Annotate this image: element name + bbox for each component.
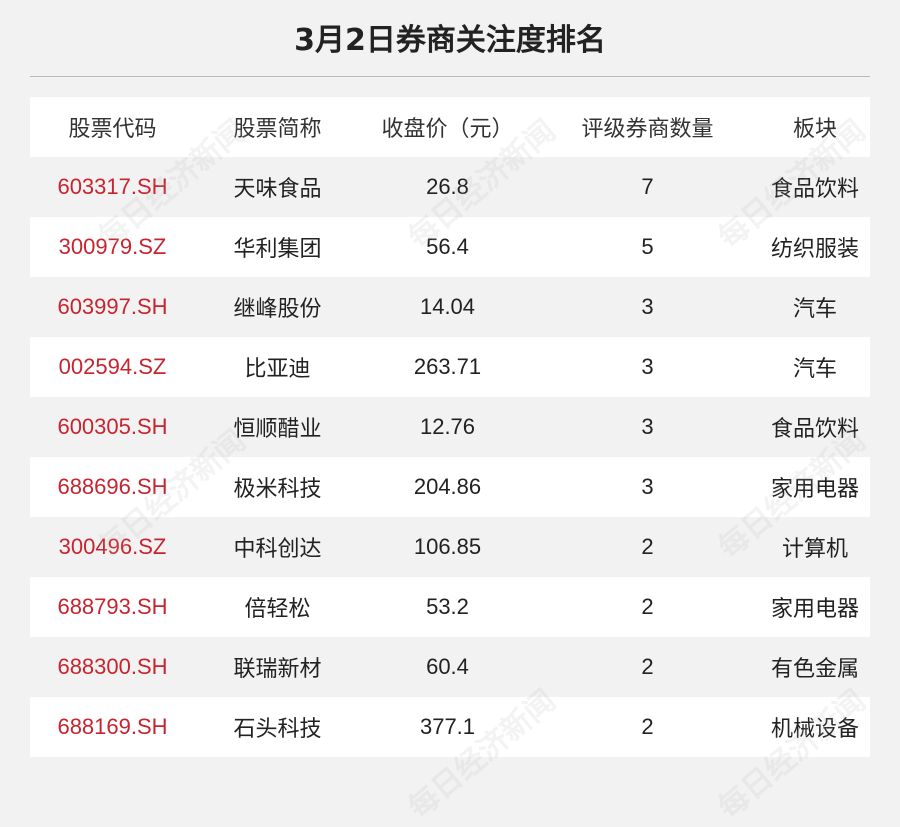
close-price-cell: 53.2 <box>426 594 469 619</box>
broker-count-cell: 5 <box>641 234 654 259</box>
close-price-cell: 56.4 <box>426 234 469 259</box>
close-price-cell: 204.86 <box>413 474 482 499</box>
stock-name-cell: 倍轻松 <box>244 597 311 622</box>
header-stock-name: 股票简称 <box>233 117 322 142</box>
header-sector: 板块 <box>792 117 837 142</box>
stock-code-cell: 688793.SH <box>57 594 168 619</box>
table-body: 603317.SH 天味食品 26.8 7 食品饮料 300979.SZ 华利集团 56.4 5… <box>30 157 870 757</box>
table-row: 688696.SH 极米科技 204.86 3 家用电器 <box>30 457 870 517</box>
stock-code-cell: 600305.SH <box>57 414 168 439</box>
stock-name-cell: 联瑞新材 <box>233 657 322 682</box>
broker-count-cell: 3 <box>641 294 654 319</box>
broker-count-cell: 3 <box>641 474 654 499</box>
broker-count-cell: 3 <box>641 354 654 379</box>
sector-cell: 纺织服装 <box>770 237 859 262</box>
close-price-cell: 263.71 <box>413 354 482 379</box>
table-row: 300496.SZ 中科创达 106.85 2 计算机 <box>30 517 870 577</box>
table-row: 300979.SZ 华利集团 56.4 5 纺织服装 <box>30 217 870 277</box>
sector-cell: 家用电器 <box>770 477 859 502</box>
header-broker-count: 评级券商数量 <box>581 117 714 142</box>
table-row: 688300.SH 联瑞新材 60.4 2 有色金属 <box>30 637 870 697</box>
table-row: 603317.SH 天味食品 26.8 7 食品饮料 <box>30 157 870 217</box>
table-row: 688793.SH 倍轻松 53.2 2 家用电器 <box>30 577 870 637</box>
stock-name-cell: 继峰股份 <box>233 297 322 322</box>
stock-code-cell: 300979.SZ <box>58 234 167 259</box>
stock-name-cell: 比亚迪 <box>244 357 311 382</box>
broker-count-cell: 2 <box>641 534 654 559</box>
stock-code-cell: 300496.SZ <box>58 534 167 559</box>
sector-cell: 食品饮料 <box>770 417 859 442</box>
stock-code-cell: 688300.SH <box>57 654 168 679</box>
broker-count-cell: 3 <box>641 414 654 439</box>
sector-cell: 有色金属 <box>770 657 859 682</box>
close-price-cell: 106.85 <box>413 534 482 559</box>
sector-cell: 计算机 <box>781 537 848 562</box>
sector-cell: 食品饮料 <box>770 177 859 202</box>
table-row: 603997.SH 继峰股份 14.04 3 汽车 <box>30 277 870 337</box>
stock-name-cell: 天味食品 <box>233 177 322 202</box>
header-close-price: 收盘价（元） <box>381 117 514 142</box>
table-row: 688169.SH 石头科技 377.1 2 机械设备 <box>30 697 870 757</box>
stock-name-cell: 中科创达 <box>233 537 322 562</box>
broker-count-cell: 7 <box>641 174 654 199</box>
header-stock-code: 股票代码 <box>68 117 157 142</box>
sector-cell: 机械设备 <box>770 717 859 742</box>
stock-code-cell: 603997.SH <box>57 294 168 319</box>
table-row: 600305.SH 恒顺醋业 12.76 3 食品饮料 <box>30 397 870 457</box>
stock-code-cell: 603317.SH <box>57 174 168 199</box>
table-row: 002594.SZ 比亚迪 263.71 3 汽车 <box>30 337 870 397</box>
ranking-table: 股票代码 股票简称 收盘价（元） 评级券商数量 板块 603317.SH 天味食品… <box>30 97 870 757</box>
broker-count-cell: 2 <box>641 654 654 679</box>
sector-cell: 汽车 <box>792 297 837 322</box>
stock-code-cell: 688696.SH <box>57 474 168 499</box>
close-price-cell: 14.04 <box>419 294 476 319</box>
stock-code-cell: 688169.SH <box>57 714 168 739</box>
stock-code-cell: 002594.SZ <box>58 354 167 379</box>
stock-name-cell: 恒顺醋业 <box>233 417 322 442</box>
chart-title: 3月2日券商关注度排名 <box>294 23 606 58</box>
close-price-cell: 26.8 <box>426 174 469 199</box>
stock-name-cell: 华利集团 <box>233 237 322 262</box>
broker-count-cell: 2 <box>641 594 654 619</box>
sector-cell: 家用电器 <box>770 597 859 622</box>
broker-count-cell: 2 <box>641 714 654 739</box>
close-price-cell: 60.4 <box>426 654 469 679</box>
close-price-cell: 377.1 <box>419 714 476 739</box>
stock-name-cell: 极米科技 <box>233 477 322 502</box>
sector-cell: 汽车 <box>792 357 837 382</box>
title-divider <box>30 76 870 77</box>
close-price-cell: 12.76 <box>419 414 476 439</box>
table-header-row: 股票代码 股票简称 收盘价（元） 评级券商数量 板块 <box>30 97 870 157</box>
stock-name-cell: 石头科技 <box>233 717 322 742</box>
